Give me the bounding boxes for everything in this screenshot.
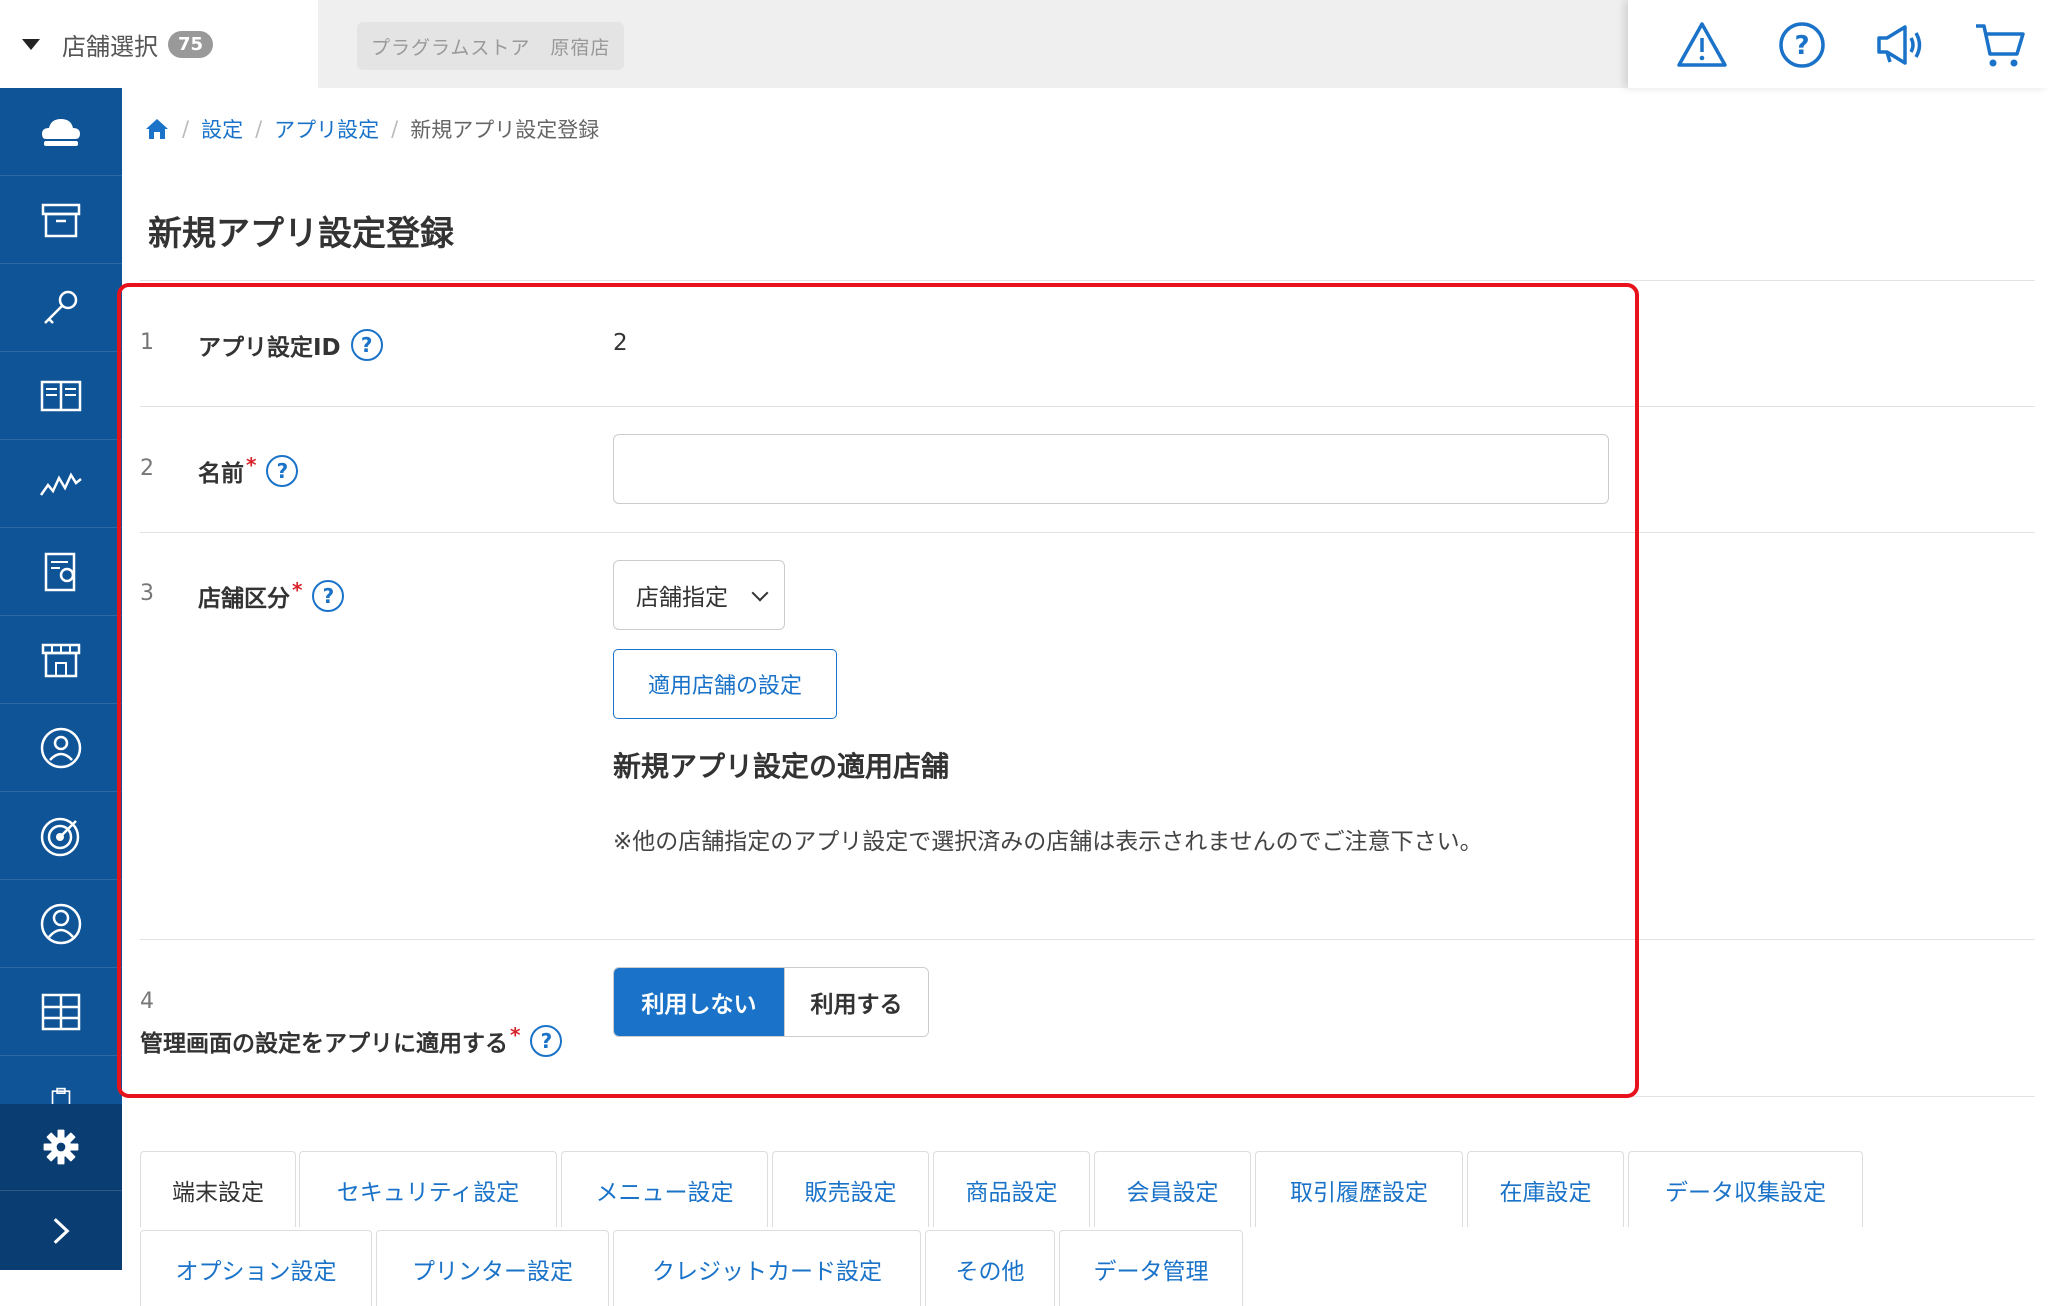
chart-icon — [39, 471, 82, 496]
tab-sales-settings[interactable]: 販売設定 — [772, 1151, 929, 1227]
apply-store-settings-button[interactable]: 適用店舗の設定 — [613, 649, 837, 719]
sidebar-item-archive[interactable] — [0, 176, 122, 264]
name-input[interactable] — [613, 434, 1609, 504]
help-icon[interactable]: ? — [312, 580, 345, 612]
sidebar-item-customer[interactable] — [0, 704, 122, 792]
applied-stores-heading: 新規アプリ設定の適用店舗 — [613, 750, 950, 783]
sidebar-item-analytics[interactable] — [0, 440, 122, 528]
breadcrumb-app-settings[interactable]: アプリ設定 — [274, 114, 379, 144]
tab-printer-settings[interactable]: プリンター設定 — [376, 1230, 609, 1306]
option-not-use[interactable]: 利用しない — [614, 968, 784, 1036]
tab-data-collection-settings[interactable]: データ収集設定 — [1628, 1151, 1863, 1227]
sidebar-expand-button[interactable] — [0, 1190, 122, 1270]
apply-admin-settings-toggle: 利用しない 利用する — [613, 967, 929, 1037]
book-icon — [40, 380, 82, 411]
store-type-selected-value: 店舗指定 — [636, 585, 728, 611]
divider — [140, 406, 2035, 407]
sidebar-item-key[interactable] — [0, 264, 122, 352]
store-select-dropdown[interactable]: 店舗選択 75 — [0, 0, 318, 88]
top-bar: 店舗選択 75 プラグラムストア 原宿店 ? — [0, 0, 2048, 88]
sidebar-settings[interactable] — [0, 1104, 122, 1190]
current-store-name: プラグラムストア 原宿店 — [357, 22, 625, 70]
page-title: 新規アプリ設定登録 — [148, 214, 454, 254]
tab-menu-settings[interactable]: メニュー設定 — [561, 1151, 768, 1227]
divider — [140, 1096, 2035, 1097]
svg-text:?: ? — [1794, 31, 1809, 61]
sidebar — [0, 88, 122, 1270]
breadcrumb: / 設定 / アプリ設定 / 新規アプリ設定登録 — [144, 114, 599, 144]
store-type-select[interactable]: 店舗指定 — [613, 560, 785, 630]
row-number: 4 — [140, 989, 154, 1014]
help-icon[interactable]: ? — [350, 329, 383, 361]
field-label: アプリ設定ID — [198, 335, 341, 361]
sidebar-item-report[interactable] — [0, 528, 122, 616]
caret-down-icon — [22, 38, 40, 50]
breadcrumb-separator: / — [182, 117, 190, 141]
divider — [140, 280, 2035, 281]
grid-icon — [41, 993, 81, 1030]
chevron-down-icon — [751, 584, 769, 602]
sidebar-item-target[interactable] — [0, 792, 122, 880]
home-icon[interactable] — [144, 116, 170, 142]
divider — [140, 939, 2035, 940]
report-icon — [44, 552, 76, 591]
row-number: 1 — [140, 330, 154, 355]
applied-stores-note: ※他の店舗指定のアプリ設定で選択済みの店舗は表示されませんのでご注意下さい。 — [613, 829, 1483, 855]
key-icon — [44, 290, 78, 324]
store-select-label: 店舗選択 — [62, 32, 158, 61]
required-mark: * — [246, 453, 257, 477]
name-label: 名前 * ? — [198, 453, 299, 488]
field-label: 店舗区分 — [198, 586, 290, 612]
field-label: 管理画面の設定をアプリに適用する — [140, 1031, 508, 1057]
tab-product-settings[interactable]: 商品設定 — [933, 1151, 1090, 1227]
user-circle-icon — [40, 727, 82, 768]
store-type-label: 店舗区分 * ? — [198, 578, 345, 613]
breadcrumb-settings[interactable]: 設定 — [201, 114, 243, 144]
app-setting-id-value: 2 — [613, 330, 628, 356]
help-icon[interactable]: ? — [1775, 18, 1829, 72]
topbar-icon-group: ? — [1628, 0, 2048, 88]
store-icon — [41, 643, 81, 677]
breadcrumb-current: 新規アプリ設定登録 — [410, 118, 600, 142]
row-number: 2 — [140, 456, 154, 481]
store-count-badge: 75 — [168, 30, 214, 58]
field-label: 名前 — [198, 461, 244, 487]
apply-admin-settings-label: 管理画面の設定をアプリに適用する * ? — [140, 1023, 563, 1058]
required-mark: * — [292, 578, 303, 602]
cart-icon[interactable] — [1973, 18, 2027, 72]
tab-member-settings[interactable]: 会員設定 — [1094, 1151, 1251, 1227]
member-icon — [40, 903, 82, 944]
sidebar-item-cloud[interactable] — [0, 88, 122, 176]
sidebar-item-layout[interactable] — [0, 968, 122, 1056]
tab-inventory-settings[interactable]: 在庫設定 — [1467, 1151, 1624, 1227]
help-icon[interactable]: ? — [530, 1025, 563, 1057]
tab-transaction-history-settings[interactable]: 取引履歴設定 — [1255, 1151, 1463, 1227]
tab-option-settings[interactable]: オプション設定 — [140, 1230, 372, 1306]
archive-icon — [41, 203, 81, 237]
warning-icon[interactable] — [1675, 18, 1729, 72]
sidebar-item-book[interactable] — [0, 352, 122, 440]
announcement-icon[interactable] — [1873, 18, 1927, 72]
required-mark: * — [510, 1023, 521, 1047]
sidebar-item-member[interactable] — [0, 880, 122, 968]
help-icon[interactable]: ? — [266, 455, 299, 487]
gear-icon — [43, 1129, 79, 1165]
sidebar-item-store[interactable] — [0, 616, 122, 704]
tab-terminal-settings[interactable]: 端末設定 — [140, 1151, 296, 1227]
tab-data-management[interactable]: データ管理 — [1059, 1230, 1243, 1306]
app-setting-id-label: アプリ設定ID ? — [198, 328, 383, 362]
tab-security-settings[interactable]: セキュリティ設定 — [299, 1151, 557, 1227]
option-use[interactable]: 利用する — [784, 968, 928, 1036]
tab-credit-card-settings[interactable]: クレジットカード設定 — [613, 1230, 921, 1306]
cloud-icon — [42, 118, 80, 146]
breadcrumb-separator: / — [255, 117, 263, 141]
tab-other[interactable]: その他 — [925, 1230, 1055, 1306]
chevron-right-icon — [53, 1217, 70, 1244]
target-icon — [40, 817, 80, 856]
breadcrumb-separator: / — [391, 117, 399, 141]
divider — [140, 532, 2035, 533]
row-number: 3 — [140, 581, 154, 606]
